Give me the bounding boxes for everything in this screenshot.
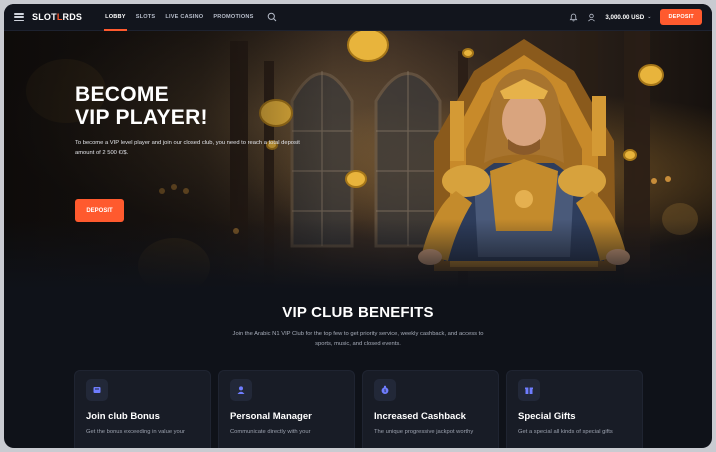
nav-item-slots[interactable]: SLOTS: [131, 4, 161, 31]
benefits-subtitle: Join the Arabic N1 VIP Club for the top …: [232, 331, 484, 347]
hero-fade: [4, 219, 712, 289]
benefit-card-title: Special Gifts: [518, 411, 576, 422]
benefit-card-desc: Communicate directly with your: [230, 429, 311, 435]
nav-item-lobby[interactable]: LOBBY: [100, 4, 131, 31]
menu-icon[interactable]: [14, 13, 24, 21]
balance-selector[interactable]: 3,000.00 USD ⌄: [605, 14, 651, 21]
svg-text:$: $: [384, 388, 387, 394]
header-tools: 3,000.00 USD ⌄ DEPOSIT: [569, 9, 702, 25]
benefit-card-desc: Get a special all kinds of special gifts: [518, 429, 613, 435]
nav-item-promotions[interactable]: PROMOTIONS: [208, 4, 258, 31]
benefit-card-title: Join club Bonus: [86, 411, 160, 422]
hero-title: BECOME VIP PLAYER!: [75, 83, 208, 129]
benefit-card-desc: Get the bonus exceeding in value your: [86, 429, 185, 435]
hero-banner: BECOME VIP PLAYER! To become a VIP level…: [4, 31, 712, 289]
benefit-card-title: Personal Manager: [230, 411, 312, 422]
main-nav: LOBBY SLOTS LIVE CASINO PROMOTIONS: [100, 4, 258, 31]
search-icon[interactable]: [267, 12, 277, 22]
site-logo[interactable]: SLOTLRDS: [32, 12, 82, 22]
benefit-card-desc: The unique progressive jackpot worthy: [374, 429, 474, 435]
cashback-icon: $: [374, 379, 396, 401]
top-navigation-bar: SLOTLRDS LOBBY SLOTS LIVE CASINO PROMOTI…: [4, 4, 712, 31]
bonus-icon: [86, 379, 108, 401]
benefit-cards: Join club Bonus Get the bonus exceeding …: [74, 370, 643, 448]
browser-frame: SLOTLRDS LOBBY SLOTS LIVE CASINO PROMOTI…: [4, 4, 712, 448]
benefit-card-special-gifts[interactable]: Special Gifts Get a special all kinds of…: [506, 370, 643, 448]
benefit-card-title: Increased Cashback: [374, 411, 466, 422]
bell-icon[interactable]: [569, 13, 578, 22]
benefits-title: VIP CLUB BENEFITS: [282, 304, 434, 321]
hero-deposit-button[interactable]: DEPOSIT: [75, 199, 124, 222]
balance-amount: 3,000.00 USD: [605, 13, 645, 21]
header-deposit-button[interactable]: DEPOSIT: [660, 9, 702, 25]
benefit-card-club-bonus[interactable]: Join club Bonus Get the bonus exceeding …: [74, 370, 211, 448]
user-icon[interactable]: [587, 13, 596, 22]
user-icon: [230, 379, 252, 401]
benefit-card-increased-cashback[interactable]: $ Increased Cashback The unique progress…: [362, 370, 499, 448]
chevron-down-icon: ⌄: [647, 14, 652, 20]
benefit-card-personal-manager[interactable]: Personal Manager Communicate directly wi…: [218, 370, 355, 448]
hero-description: To become a VIP level player and join ou…: [75, 140, 300, 156]
nav-item-live-casino[interactable]: LIVE CASINO: [160, 4, 208, 31]
gift-icon: [518, 379, 540, 401]
